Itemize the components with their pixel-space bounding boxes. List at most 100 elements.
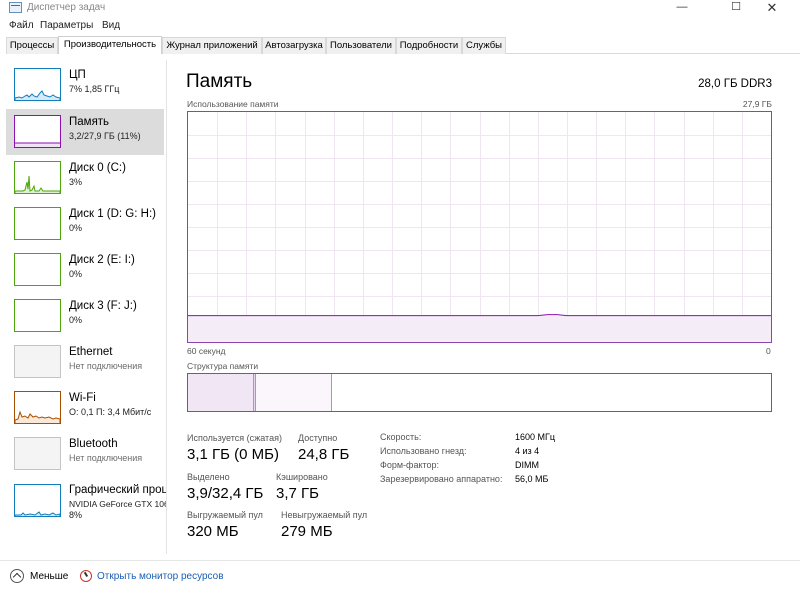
speed-label: Скорость: bbox=[380, 432, 422, 442]
form-factor-label: Форм-фактор: bbox=[380, 460, 440, 470]
title-bar: Диспетчер задач — ☐ ✕ bbox=[0, 0, 800, 17]
minimize-button[interactable]: — bbox=[664, 0, 700, 17]
sidebar-item-memory[interactable]: Память 3,2/27,9 ГБ (11%) bbox=[6, 109, 164, 155]
wifi-thumbnail-graph bbox=[14, 391, 61, 424]
sidebar-item-detail: 0% bbox=[69, 269, 83, 279]
menu-file[interactable]: Файл bbox=[9, 20, 34, 31]
open-resource-monitor-label: Открыть монитор ресурсов bbox=[97, 571, 224, 582]
maximize-button[interactable]: ☐ bbox=[718, 0, 754, 17]
sidebar-divider bbox=[166, 60, 167, 554]
slots-value: 4 из 4 bbox=[515, 446, 540, 456]
sidebar-item-disk-0[interactable]: Диск 0 (C:) 3% bbox=[6, 155, 164, 201]
ethernet-thumbnail-graph bbox=[14, 345, 61, 378]
sidebar-item-label: Ethernet bbox=[69, 346, 113, 358]
form-factor-value: DIMM bbox=[515, 460, 539, 470]
sidebar-item-disk-2[interactable]: Диск 2 (E: I:) 0% bbox=[6, 247, 164, 293]
sidebar-item-label: Память bbox=[69, 116, 110, 128]
composition-free-segment bbox=[332, 374, 771, 411]
gpu-sparkline bbox=[15, 511, 60, 516]
composition-label: Структура памяти bbox=[187, 361, 259, 371]
page-title: Память bbox=[186, 71, 253, 92]
fewer-details-label: Меньше bbox=[30, 571, 69, 582]
bluetooth-thumbnail-graph bbox=[14, 437, 61, 470]
sidebar-item-detail: NVIDIA GeForce GTX 1060 bbox=[69, 499, 166, 509]
tab-processes[interactable]: Процессы bbox=[6, 37, 58, 54]
resource-sidebar: ЦП 7% 1,85 ГГц Память 3,2/27,9 ГБ (11%) … bbox=[6, 62, 166, 552]
sidebar-item-detail: 7% 1,85 ГГц bbox=[69, 84, 120, 94]
sidebar-item-detail: Нет подключения bbox=[69, 453, 143, 463]
cached-value: 3,7 ГБ bbox=[276, 485, 319, 502]
sidebar-item-label: Диск 2 (E: I:) bbox=[69, 254, 135, 266]
sidebar-item-detail: 0% bbox=[69, 315, 83, 325]
memory-usage-graph bbox=[187, 111, 772, 343]
usage-chart-time-right: 0 bbox=[766, 346, 771, 356]
tab-performance[interactable]: Производительность bbox=[58, 36, 162, 54]
memory-composition-bar bbox=[187, 373, 772, 412]
sidebar-item-cpu[interactable]: ЦП 7% 1,85 ГГц bbox=[6, 62, 164, 108]
tab-details[interactable]: Подробности bbox=[396, 37, 462, 54]
nonpaged-pool-label: Невыгружаемый пул bbox=[281, 510, 368, 520]
in-use-label: Используется (сжатая) bbox=[187, 433, 282, 443]
speed-value: 1600 МГц bbox=[515, 432, 556, 442]
slots-label: Использовано гнезд: bbox=[380, 446, 467, 456]
footer: Меньше Открыть монитор ресурсов bbox=[0, 560, 800, 596]
nonpaged-pool-value: 279 МБ bbox=[281, 523, 333, 540]
sidebar-item-label: Bluetooth bbox=[69, 438, 118, 450]
usage-chart-label: Использование памяти bbox=[187, 99, 279, 109]
disk-2-thumbnail-graph bbox=[14, 253, 61, 286]
committed-value: 3,9/32,4 ГБ bbox=[187, 485, 264, 502]
sidebar-item-bluetooth[interactable]: Bluetooth Нет подключения bbox=[6, 431, 164, 477]
gpu-thumbnail-graph bbox=[14, 484, 61, 517]
sidebar-item-detail: 0% bbox=[69, 223, 83, 233]
paged-pool-label: Выгружаемый пул bbox=[187, 510, 263, 520]
sidebar-item-wifi[interactable]: Wi-Fi О: 0,1 П: 3,4 Мбит/с bbox=[6, 385, 164, 431]
disk-1-thumbnail-graph bbox=[14, 207, 61, 240]
memory-sparkline bbox=[15, 142, 60, 147]
sidebar-item-detail: 3% bbox=[69, 177, 83, 187]
sidebar-item-label: Wi-Fi bbox=[69, 392, 96, 404]
menu-options[interactable]: Параметры bbox=[40, 20, 93, 31]
sidebar-item-ethernet[interactable]: Ethernet Нет подключения bbox=[6, 339, 164, 385]
cpu-thumbnail-graph bbox=[14, 68, 61, 101]
sidebar-item-gpu[interactable]: Графический процессор 0 NVIDIA GeForce G… bbox=[6, 477, 166, 533]
tab-services[interactable]: Службы bbox=[462, 37, 506, 54]
tab-users[interactable]: Пользователи bbox=[326, 37, 396, 54]
usage-chart-time-left: 60 секунд bbox=[187, 346, 226, 356]
sidebar-item-detail: О: 0,1 П: 3,4 Мбит/с bbox=[69, 407, 152, 417]
available-label: Доступно bbox=[298, 433, 338, 443]
sidebar-item-label: Диск 1 (D: G: H:) bbox=[69, 208, 156, 220]
disk-0-thumbnail-graph bbox=[14, 161, 61, 194]
hardware-reserved-label: Зарезервировано аппаратно: bbox=[380, 474, 503, 484]
resource-monitor-icon bbox=[80, 570, 92, 582]
cpu-sparkline bbox=[15, 90, 60, 100]
chevron-up-icon bbox=[10, 569, 24, 583]
cached-label: Кэшировано bbox=[276, 472, 328, 482]
hardware-reserved-value: 56,0 МБ bbox=[515, 474, 549, 484]
usage-area bbox=[188, 315, 771, 342]
menu-view[interactable]: Вид bbox=[102, 20, 120, 31]
disk-3-thumbnail-graph bbox=[14, 299, 61, 332]
composition-in-use-segment bbox=[188, 374, 254, 411]
menu-bar: Файл Параметры Вид bbox=[0, 18, 800, 34]
composition-standby-segment bbox=[256, 374, 332, 411]
window-title: Диспетчер задач bbox=[27, 2, 106, 13]
committed-label: Выделено bbox=[187, 472, 230, 482]
sidebar-item-label: Диск 0 (C:) bbox=[69, 162, 126, 174]
tab-app-history[interactable]: Журнал приложений bbox=[162, 37, 262, 54]
close-button[interactable]: ✕ bbox=[754, 0, 790, 17]
memory-usage-svg bbox=[188, 112, 771, 342]
sidebar-item-detail-usage: 8% bbox=[69, 510, 83, 520]
tab-startup[interactable]: Автозагрузка bbox=[262, 37, 326, 54]
available-value: 24,8 ГБ bbox=[298, 446, 350, 463]
sidebar-item-disk-3[interactable]: Диск 3 (F: J:) 0% bbox=[6, 293, 164, 339]
tab-strip: Процессы Производительность Журнал прило… bbox=[6, 36, 800, 54]
sidebar-item-detail: 3,2/27,9 ГБ (11%) bbox=[69, 131, 141, 141]
memory-thumbnail-graph bbox=[14, 115, 61, 148]
wifi-sparkline bbox=[15, 410, 60, 423]
paged-pool-value: 320 МБ bbox=[187, 523, 239, 540]
sidebar-item-detail: Нет подключения bbox=[69, 361, 143, 371]
sidebar-item-disk-1[interactable]: Диск 1 (D: G: H:) 0% bbox=[6, 201, 164, 247]
usage-chart-max: 27,9 ГБ bbox=[742, 99, 772, 109]
sidebar-item-label: ЦП bbox=[69, 69, 86, 81]
disk-0-sparkline bbox=[15, 175, 60, 193]
